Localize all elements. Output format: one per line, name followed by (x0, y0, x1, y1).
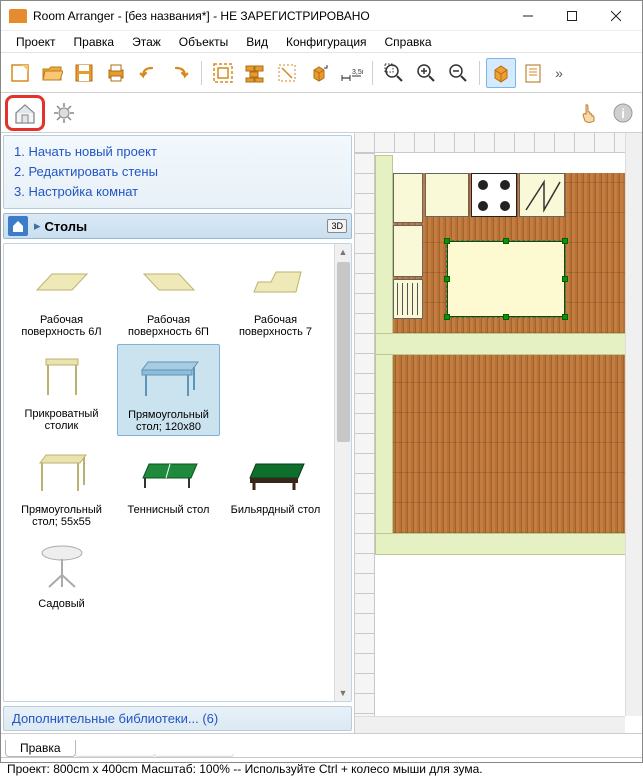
catalog-item-selected[interactable]: Прямоугольный стол; 120x80 (117, 344, 220, 436)
menu-edit[interactable]: Правка (65, 33, 124, 51)
menu-config[interactable]: Конфигурация (277, 33, 376, 51)
catalog-item[interactable]: Рабочая поверхность 6Л (10, 250, 113, 340)
tab-ghost[interactable] (75, 754, 155, 757)
wizard-step-new[interactable]: 1. Начать новый проект (14, 142, 341, 162)
scroll-down-icon[interactable]: ▼ (335, 685, 351, 701)
dimensions-icon[interactable] (272, 58, 302, 88)
item-label: Прямоугольный стол; 120x80 (120, 409, 217, 433)
print-icon[interactable] (101, 58, 131, 88)
counter-object[interactable] (393, 225, 423, 277)
stove-object[interactable] (471, 173, 517, 217)
canvas-vscrollbar[interactable] (625, 133, 642, 716)
home-icon[interactable] (8, 216, 28, 236)
wizard-step-walls[interactable]: 2. Редактировать стены (14, 162, 341, 182)
report-icon[interactable] (518, 58, 548, 88)
toggle-3d-button[interactable]: 3D (327, 219, 347, 233)
extra-libraries-link[interactable]: Дополнительные библиотеки... (6) (3, 706, 352, 731)
catalog-item[interactable] (224, 344, 327, 436)
item-label: Рабочая поверхность 6Л (12, 314, 111, 338)
svg-text:3,5m: 3,5m (352, 69, 363, 76)
zoom-out-icon[interactable] (443, 58, 473, 88)
catalog-item[interactable]: Прикроватный столик (10, 344, 113, 436)
wall (375, 155, 393, 555)
status-bar: Проект: 800cm x 400cm Масштаб: 100% -- И… (1, 757, 642, 779)
menu-objects[interactable]: Объекты (170, 33, 238, 51)
wizard-house-icon[interactable] (5, 95, 45, 131)
maximize-button[interactable] (550, 2, 594, 30)
menu-view[interactable]: Вид (237, 33, 277, 51)
wall (375, 333, 639, 355)
undo-icon[interactable] (133, 58, 163, 88)
category-name: Столы (45, 219, 328, 234)
scroll-up-icon[interactable]: ▲ (335, 244, 351, 260)
catalog-item[interactable]: Прямоугольный стол; 55x55 (10, 440, 113, 530)
measure-icon[interactable]: 3,5m (336, 58, 366, 88)
item-label: Теннисный стол (119, 504, 218, 516)
zoom-area-icon[interactable] (379, 58, 409, 88)
new-project-icon[interactable] (5, 58, 35, 88)
wizard-steps: 1. Начать новый проект 2. Редактировать … (3, 135, 352, 209)
scroll-thumb[interactable] (337, 262, 350, 442)
canvas-hscrollbar[interactable] (355, 716, 625, 733)
bricks-icon[interactable] (240, 58, 270, 88)
category-header[interactable]: ▸ Столы 3D (3, 213, 352, 239)
objects3d-icon[interactable] (304, 58, 334, 88)
minimize-button[interactable] (506, 2, 550, 30)
item-label: Рабочая поверхность 6П (119, 314, 218, 338)
ruler-vertical (355, 133, 375, 733)
app-icon (9, 9, 27, 23)
secondary-toolbar: i (1, 93, 642, 133)
catalog-item[interactable]: Рабочая поверхность 6П (117, 250, 220, 340)
chevron-right-icon: ▸ (34, 218, 41, 234)
item-label: Садовый (12, 598, 111, 610)
item-label: Бильярдный стол (226, 504, 325, 516)
counter-object[interactable] (425, 173, 469, 217)
room-floor (375, 355, 639, 533)
catalog-item[interactable]: Бильярдный стол (224, 440, 327, 530)
counter-grill-object[interactable] (393, 279, 423, 319)
tab-bar: Правка (1, 733, 642, 757)
ruler-horizontal (355, 133, 642, 153)
catalog-item[interactable]: Теннисный стол (117, 440, 220, 530)
hand-cursor-icon[interactable] (574, 98, 604, 128)
svg-text:i: i (621, 106, 625, 121)
zoom-in-icon[interactable] (411, 58, 441, 88)
catalog-scrollbar[interactable]: ▲ ▼ (334, 244, 351, 701)
tab-edit[interactable]: Правка (5, 740, 76, 757)
item-label: Рабочая поверхность 7 (226, 314, 325, 338)
menu-help[interactable]: Справка (376, 33, 441, 51)
save-icon[interactable] (69, 58, 99, 88)
counter-object[interactable] (519, 173, 565, 217)
item-label: Прикроватный столик (12, 408, 111, 432)
item-label: Прямоугольный стол; 55x55 (12, 504, 111, 528)
catalog-item[interactable]: Рабочая поверхность 7 (224, 250, 327, 340)
redo-icon[interactable] (165, 58, 195, 88)
menu-floor[interactable]: Этаж (123, 33, 170, 51)
settings-gear-icon[interactable] (49, 98, 79, 128)
window-title: Room Arranger - [без названия*] - НЕ ЗАР… (33, 9, 506, 23)
tab-ghost[interactable] (154, 754, 234, 757)
menu-project[interactable]: Проект (7, 33, 65, 51)
main-toolbar: 3,5m » (1, 53, 642, 93)
wall (375, 533, 639, 555)
floorplan-canvas[interactable] (355, 133, 642, 733)
wizard-step-rooms[interactable]: 3. Настройка комнат (14, 182, 341, 202)
table-object-selected[interactable] (447, 241, 565, 317)
view3d-icon[interactable] (486, 58, 516, 88)
catalog-item[interactable]: Садовый (10, 534, 113, 612)
open-icon[interactable] (37, 58, 67, 88)
menu-bar: Проект Правка Этаж Объекты Вид Конфигура… (1, 31, 642, 53)
object-catalog: Рабочая поверхность 6Л Рабочая поверхнос… (3, 243, 352, 702)
counter-object[interactable] (393, 173, 423, 223)
walls-icon[interactable] (208, 58, 238, 88)
toolbar-overflow[interactable]: » (550, 58, 568, 88)
status-text: Проект: 800cm x 400cm Масштаб: 100% -- И… (7, 762, 483, 776)
info-icon[interactable]: i (608, 98, 638, 128)
close-button[interactable] (594, 2, 638, 30)
